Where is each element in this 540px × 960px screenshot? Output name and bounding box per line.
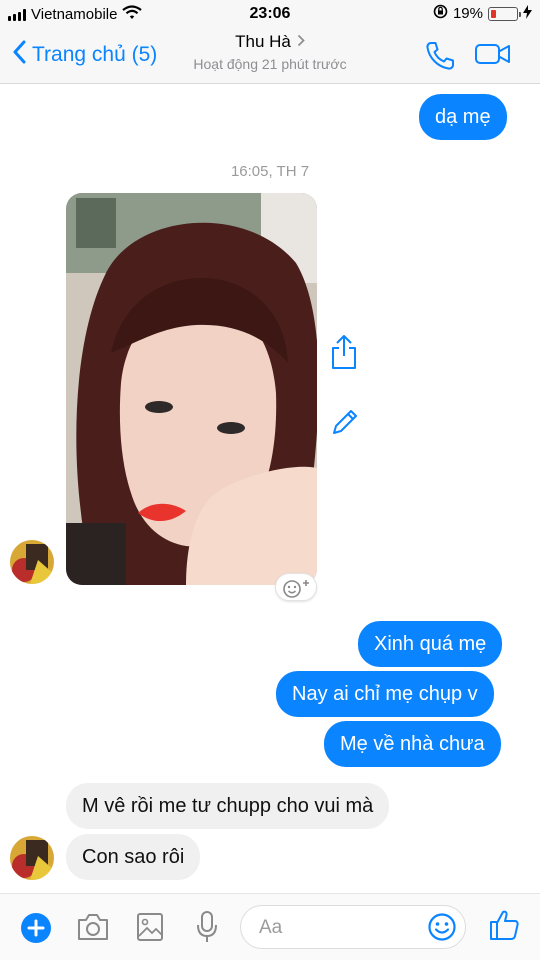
message-composer: Aa (0, 893, 540, 960)
incoming-message[interactable]: M vê rồi me tư chupp cho vui mà (66, 783, 390, 829)
status-right: 19% (433, 4, 532, 23)
status-bar: Vietnamobile 23:06 19% (0, 0, 540, 28)
battery-icon (488, 6, 521, 21)
shared-photo[interactable] (66, 193, 317, 585)
avatar[interactable] (10, 540, 54, 584)
add-reaction-icon[interactable] (275, 573, 317, 601)
back-button[interactable]: Trang chủ (5) (12, 40, 157, 70)
incoming-message[interactable]: Con sao rôi (66, 834, 201, 880)
camera-icon[interactable] (76, 912, 110, 947)
battery-percent: 19% (452, 5, 483, 22)
message-timestamp: 16:05, TH 7 (230, 163, 310, 180)
charging-icon (523, 4, 532, 23)
outgoing-message[interactable]: dạ mẹ (419, 94, 507, 140)
outgoing-message[interactable]: Xinh quá mẹ (358, 621, 503, 667)
plus-icon[interactable] (20, 912, 52, 949)
image-icon[interactable] (136, 912, 164, 947)
contact-title[interactable]: Thu Hà Hoạt động 21 phút trước (150, 32, 390, 72)
active-status: Hoạt động 21 phút trước (193, 56, 347, 72)
chat-header: Trang chủ (5) Thu Hà Hoạt động 21 phút t… (0, 28, 540, 84)
chevron-right-icon (297, 32, 305, 52)
message-input[interactable]: Aa (240, 905, 466, 949)
rotation-lock-icon (433, 4, 448, 23)
thumbs-up-icon[interactable] (488, 908, 520, 947)
edit-pencil-icon[interactable] (330, 407, 360, 442)
share-icon[interactable] (330, 334, 358, 375)
emoji-icon[interactable] (427, 912, 457, 947)
outgoing-message[interactable]: Nay ai chỉ mẹ chụp v (276, 671, 494, 717)
avatar[interactable] (10, 836, 54, 880)
chevron-left-icon (12, 40, 26, 70)
phone-icon[interactable] (424, 40, 456, 77)
back-label: Trang chủ (5) (32, 43, 158, 66)
microphone-icon[interactable] (196, 910, 218, 949)
contact-name: Thu Hà (235, 32, 291, 51)
video-camera-icon[interactable] (474, 42, 512, 71)
outgoing-message[interactable]: Mẹ về nhà chưa (324, 721, 501, 767)
message-input-placeholder: Aa (259, 917, 283, 938)
